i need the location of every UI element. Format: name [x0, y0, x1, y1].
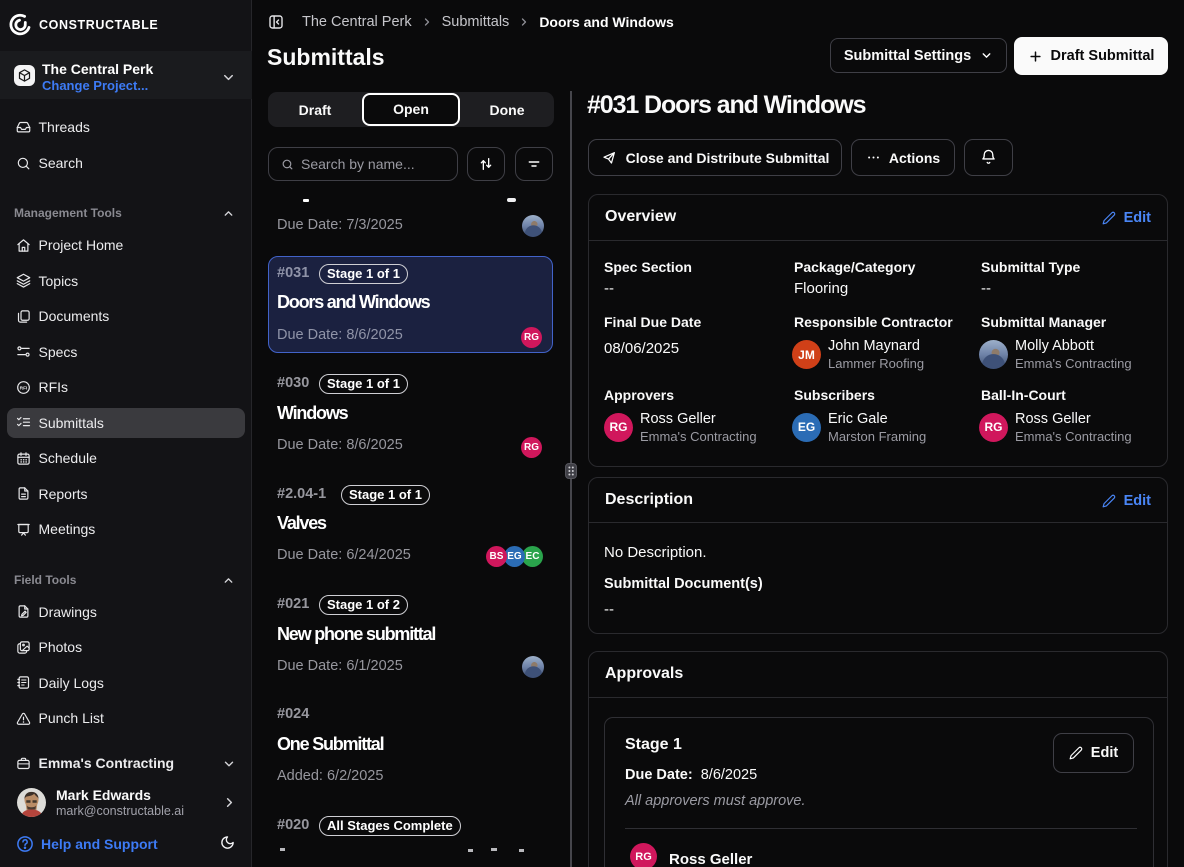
svg-text:RFI: RFI [19, 385, 27, 391]
